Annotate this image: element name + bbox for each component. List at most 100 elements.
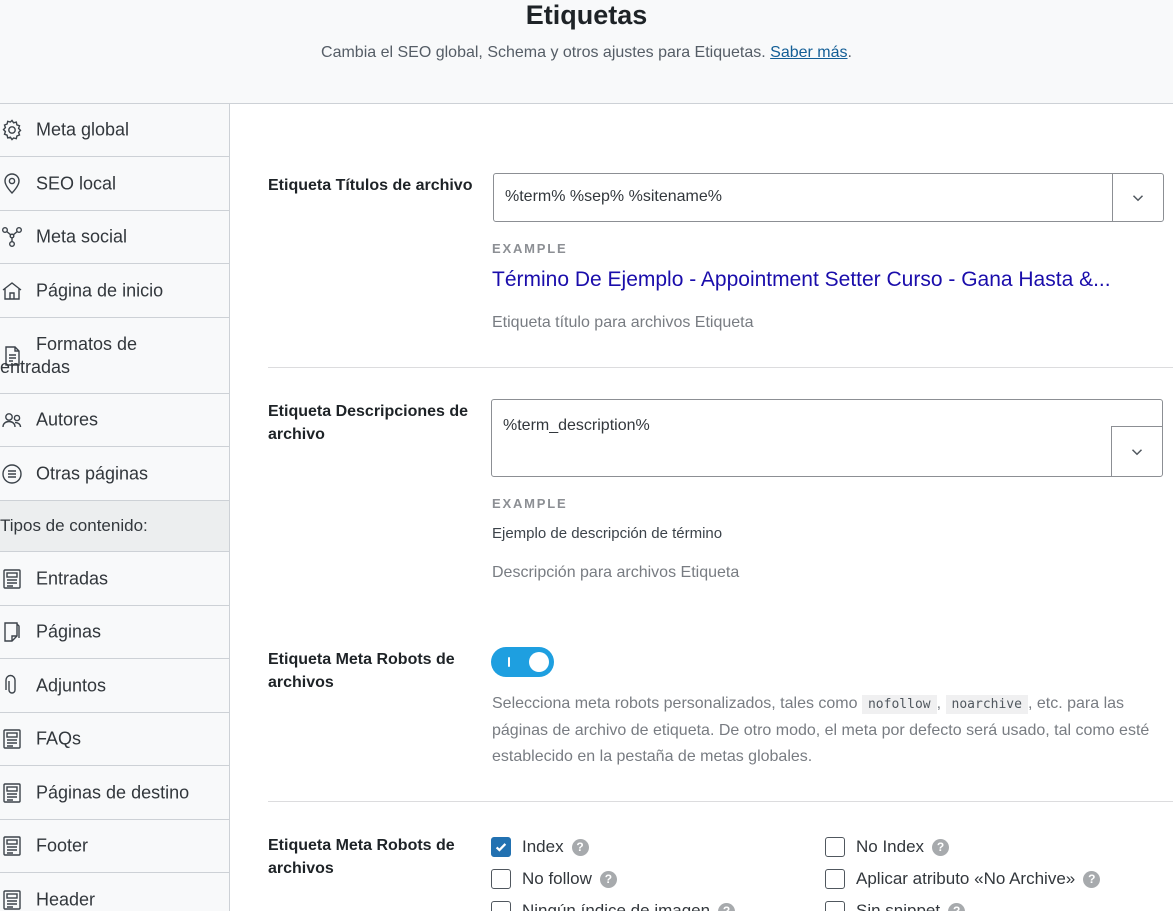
sidebar-item-post-formats[interactable]: Formatos de entradas xyxy=(0,318,229,394)
sidebar-item-meta-social[interactable]: Meta social xyxy=(0,211,229,264)
checkbox-noimageindex[interactable]: Ningún índice de imagen ? xyxy=(491,901,736,911)
page-title: Etiquetas xyxy=(525,0,648,30)
checkbox-label: Aplicar atributo «No Archive» xyxy=(856,869,1076,888)
post-icon xyxy=(0,834,24,858)
title-archive-label: Etiqueta Títulos de archivo xyxy=(268,177,473,194)
users-icon xyxy=(0,408,24,432)
checkbox-label: Ningún índice de imagen xyxy=(522,901,711,911)
sidebar-item-footer[interactable]: Footer xyxy=(0,820,229,873)
checkbox-label: Index xyxy=(522,837,564,856)
sidebar-item-label: Meta social xyxy=(36,226,128,247)
section-divider xyxy=(268,367,1173,368)
subtitle-period: . xyxy=(847,44,852,61)
sidebar-item-label: Meta global xyxy=(36,119,130,140)
robots-help-separator: , xyxy=(936,695,942,712)
title-example-preview: Término De Ejemplo - Appointment Setter … xyxy=(492,268,1111,291)
checkbox-label: Sin snippet xyxy=(856,901,941,911)
checkbox-box[interactable] xyxy=(825,901,845,911)
checkbox-noindex[interactable]: No Index ? xyxy=(825,837,950,857)
help-icon[interactable]: ? xyxy=(571,838,589,856)
title-template-input[interactable]: %term% %sep% %sitename% xyxy=(493,173,1164,222)
description-template-input[interactable]: %term_description% xyxy=(491,399,1163,477)
sidebar-item-label: SEO local xyxy=(36,173,117,193)
description-example-label: EXAMPLE xyxy=(492,496,568,511)
help-icon[interactable]: ? xyxy=(932,838,950,856)
page-subtitle: Cambia el SEO global, Schema y otros aju… xyxy=(0,42,1173,64)
checkbox-box[interactable] xyxy=(491,837,511,857)
learn-more-link[interactable]: Saber más xyxy=(770,44,847,61)
sidebar-item-other-pages[interactable]: Otras páginas xyxy=(0,447,229,501)
settings-sidebar: Meta global SEO local Meta social Página… xyxy=(0,104,230,911)
checkbox-box[interactable] xyxy=(491,869,511,889)
sidebar-item-label: Footer xyxy=(36,835,89,856)
description-archive-label: Etiqueta Descripciones de archivo xyxy=(268,403,469,443)
checkbox-box[interactable] xyxy=(825,869,845,889)
description-help-text: Descripción para archivos Etiqueta xyxy=(492,564,740,581)
description-example-preview: Ejemplo de descripción de término xyxy=(492,525,723,542)
help-icon[interactable]: ? xyxy=(948,902,966,911)
map-pin-icon xyxy=(0,172,24,196)
page-icon xyxy=(0,620,24,644)
help-icon[interactable]: ? xyxy=(1083,870,1101,888)
robots-toggle-label: Etiqueta Meta Robots de archivos xyxy=(268,651,455,691)
post-icon xyxy=(0,781,24,805)
help-icon[interactable]: ? xyxy=(718,902,736,911)
sidebar-item-meta-global[interactable]: Meta global xyxy=(0,104,229,157)
section-divider xyxy=(268,801,1173,802)
chevron-down-icon xyxy=(1132,194,1144,201)
checkbox-box[interactable] xyxy=(825,837,845,857)
checkbox-noarchive[interactable]: Aplicar atributo «No Archive» ? xyxy=(825,869,1101,889)
share-network-icon xyxy=(0,225,24,249)
sidebar-item-label: Páginas xyxy=(36,621,102,642)
toggle-bar xyxy=(508,657,510,667)
checkbox-nofollow[interactable]: No follow ? xyxy=(491,869,617,889)
title-help-text: Etiqueta título para archivos Etiqueta xyxy=(492,314,754,331)
sidebar-item-entradas[interactable]: Entradas xyxy=(0,552,229,606)
home-icon xyxy=(0,279,24,303)
post-icon xyxy=(0,727,24,751)
list-circle-icon xyxy=(0,462,24,486)
checkbox-label: No Index xyxy=(856,837,925,856)
sidebar-item-label: Otras páginas xyxy=(36,463,149,483)
checkbox-index[interactable]: Index ? xyxy=(491,837,589,857)
sidebar-item-label: Formatos de entradas xyxy=(0,334,138,377)
sidebar-item-label: Header xyxy=(36,889,96,909)
sidebar-item-label: Adjuntos xyxy=(36,675,107,695)
sidebar-item-homepage[interactable]: Página de inicio xyxy=(0,264,229,318)
checkbox-label: No follow xyxy=(522,869,592,888)
settings-content: Etiqueta Títulos de archivo %term% %sep%… xyxy=(231,104,1173,911)
checkbox-nosnippet[interactable]: Sin snippet ? xyxy=(825,901,966,911)
robots-help-before: Selecciona meta robots personalizados, t… xyxy=(492,695,858,712)
sidebar-item-label: Páginas de destino xyxy=(36,782,190,802)
sidebar-item-landing-pages[interactable]: Páginas de destino xyxy=(0,766,229,820)
help-icon[interactable]: ? xyxy=(599,870,617,888)
checkmark-icon xyxy=(495,843,507,852)
code-noarchive: noarchive xyxy=(945,695,1028,714)
sidebar-item-label: Página de inicio xyxy=(36,280,164,300)
checkbox-box[interactable] xyxy=(491,901,511,911)
sidebar-item-faqs[interactable]: FAQs xyxy=(0,713,229,766)
sidebar-section-heading: Tipos de contenido: xyxy=(0,501,229,552)
post-icon xyxy=(0,567,24,591)
page-header: Etiquetas Cambia el SEO global, Schema y… xyxy=(0,0,1173,104)
robots-custom-toggle[interactable] xyxy=(491,647,554,677)
title-example-label: EXAMPLE xyxy=(492,241,568,256)
description-variables-dropdown[interactable] xyxy=(1111,426,1162,477)
sidebar-item-paginas[interactable]: Páginas xyxy=(0,606,229,659)
sidebar-item-header[interactable]: Header xyxy=(0,873,229,911)
sidebar-item-label: Autores xyxy=(36,409,99,430)
sidebar-item-label: Entradas xyxy=(36,568,109,588)
sidebar-item-seo-local[interactable]: SEO local xyxy=(0,157,229,211)
description-template-value: %term_description% xyxy=(503,417,650,434)
gear-icon xyxy=(0,118,24,142)
subtitle-text: Cambia el SEO global, Schema y otros aju… xyxy=(321,44,766,61)
code-nofollow: nofollow xyxy=(861,695,937,714)
sidebar-item-adjuntos[interactable]: Adjuntos xyxy=(0,659,229,713)
post-icon xyxy=(0,888,24,911)
toggle-knob xyxy=(529,652,549,672)
title-template-value: %term% %sep% %sitename% xyxy=(505,188,722,205)
sidebar-item-authors[interactable]: Autores xyxy=(0,394,229,447)
robots-help-text: Selecciona meta robots personalizados, t… xyxy=(492,691,1152,770)
title-variables-dropdown[interactable] xyxy=(1112,174,1163,221)
paperclip-icon xyxy=(0,674,24,698)
